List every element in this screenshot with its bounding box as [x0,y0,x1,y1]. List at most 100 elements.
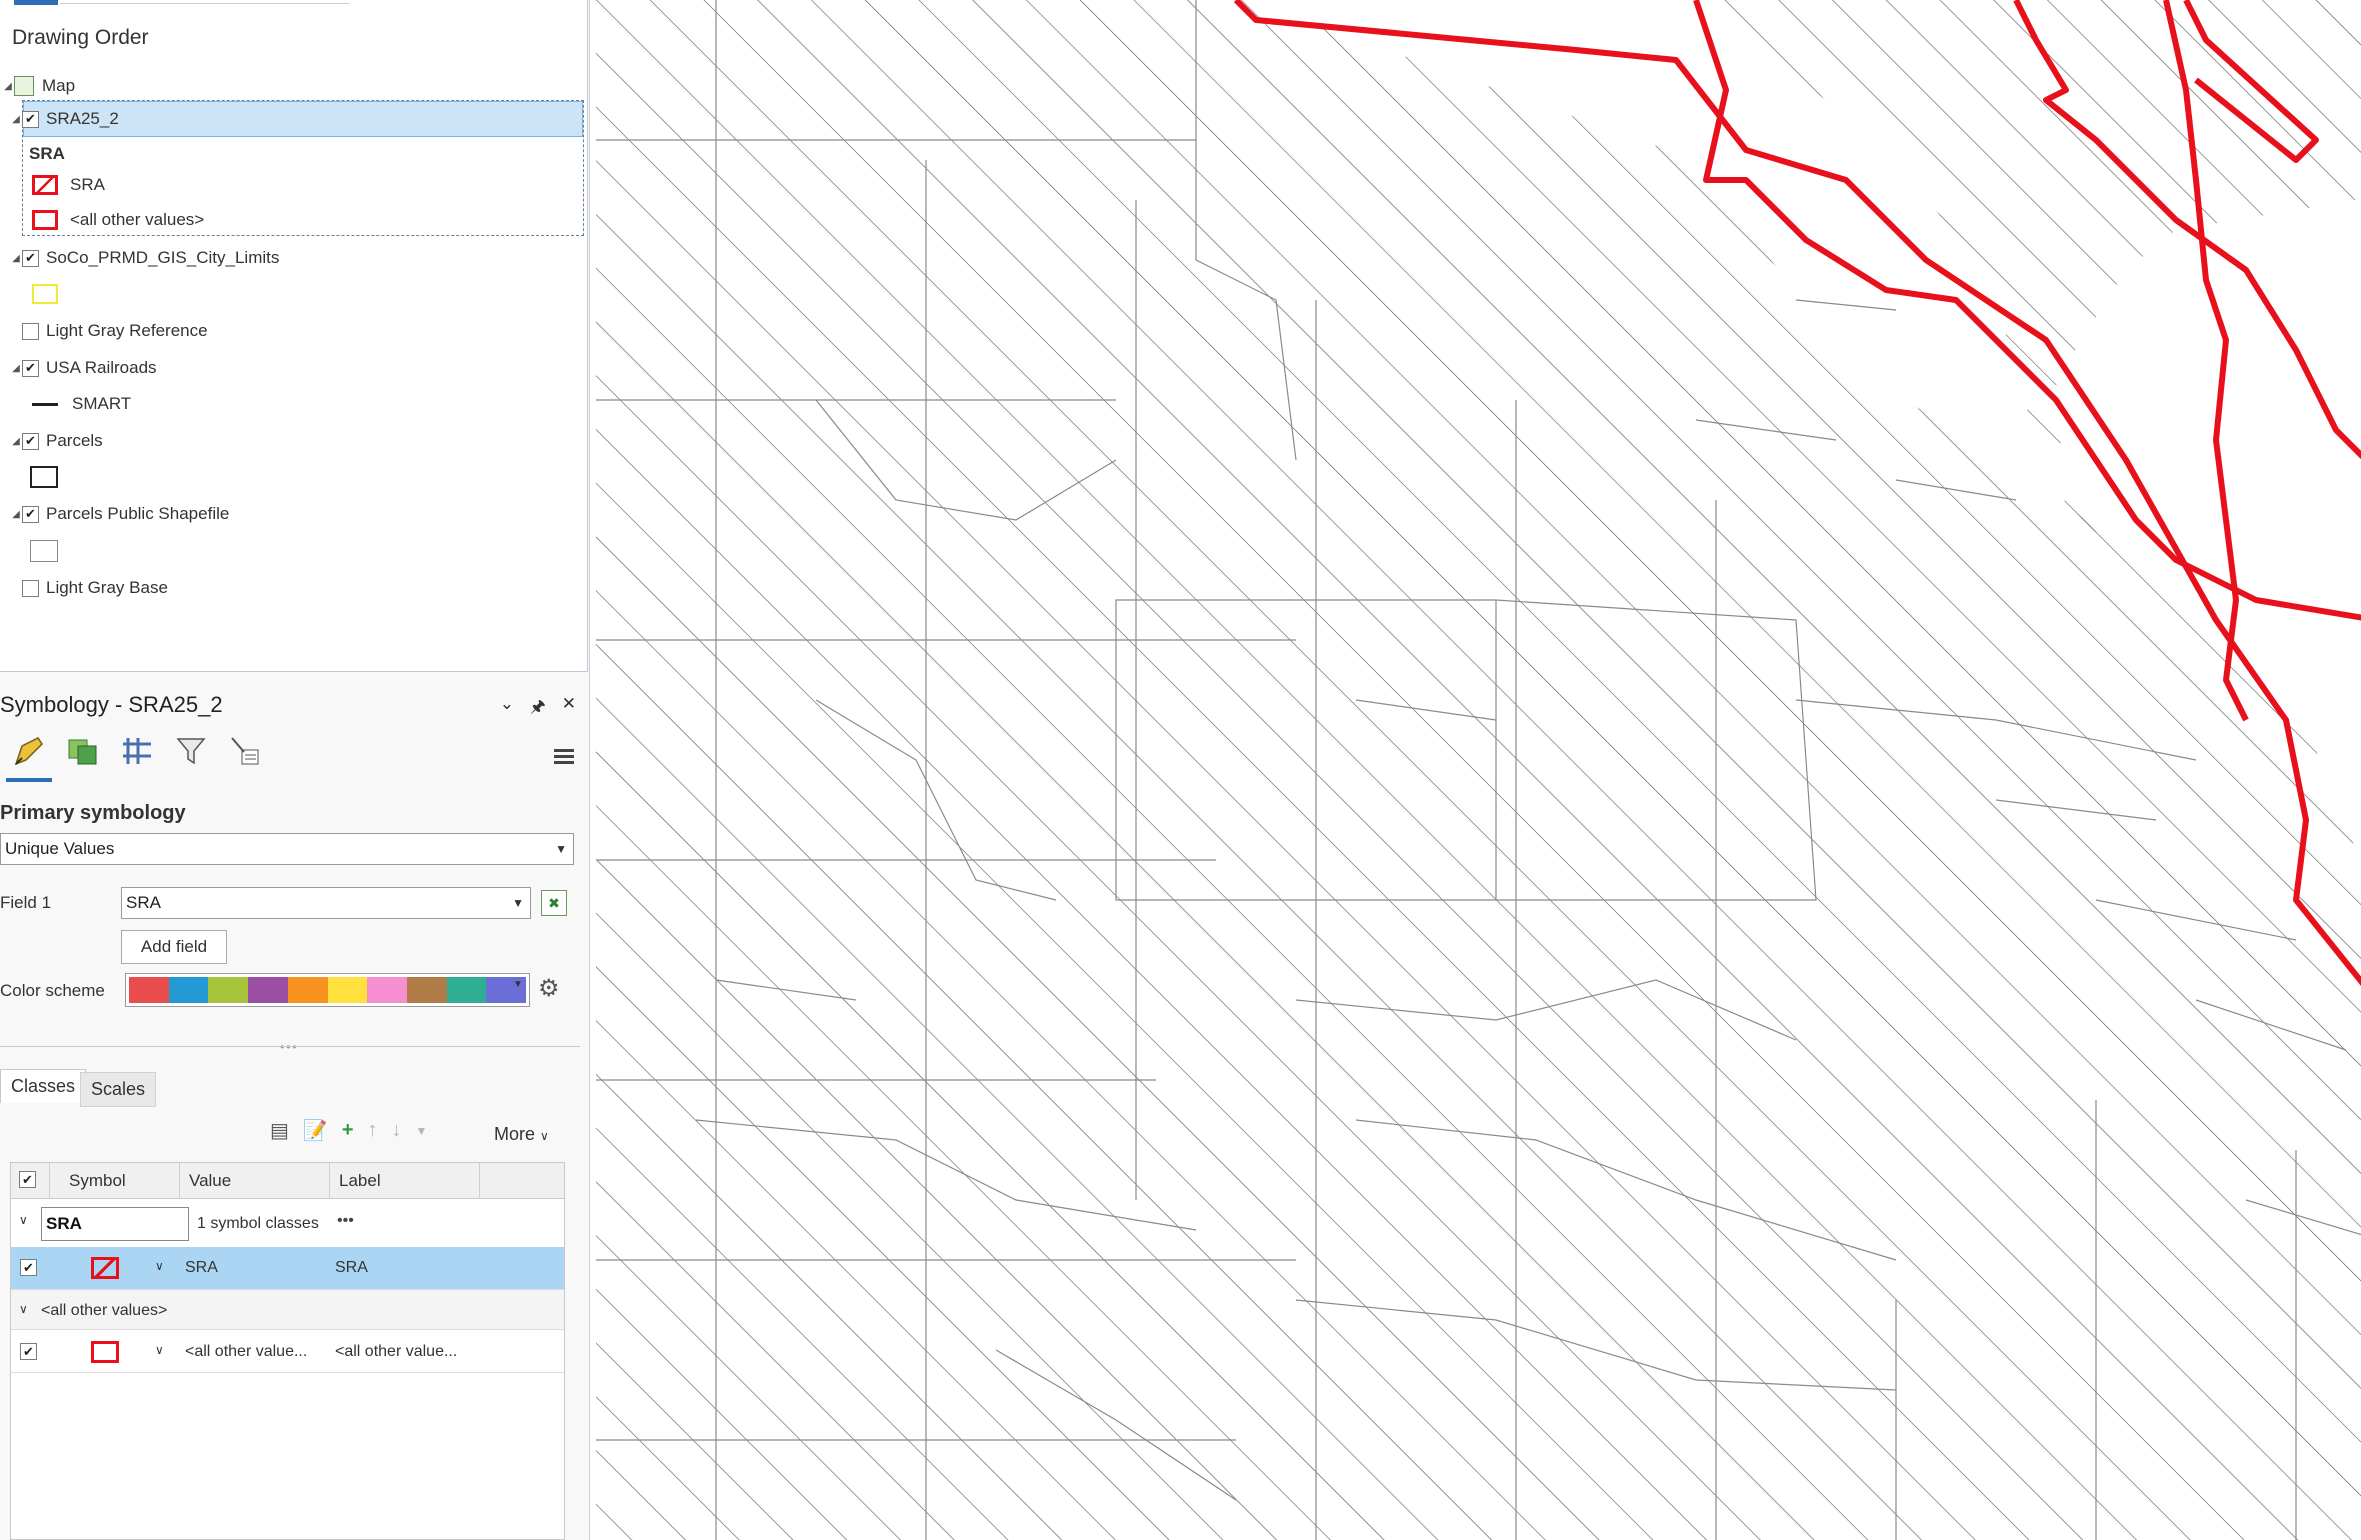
contents-pane: Drawing Order ◢ Map ◢ SRA25_2 SRA SRA <a… [0,0,588,672]
classes-grid: Symbol Value Label ∨ SRA 1 symbol classe… [10,1162,565,1540]
railroad-symbol[interactable] [32,402,58,406]
select-all-checkbox[interactable] [19,1171,36,1188]
color-scheme-swatch [248,977,288,1003]
more-menu-button[interactable]: More ∨ [494,1124,549,1145]
other-symbol-swatch[interactable] [32,210,58,230]
pin-icon[interactable]: 🖈 [530,694,546,723]
city-limits-symbol-swatch[interactable] [32,284,58,304]
parcels-public-symbol-swatch[interactable] [30,540,58,562]
symbology-method-select[interactable]: Unique Values ▼ [0,833,574,865]
map-node[interactable]: ◢ Map [2,69,75,103]
chevron-down-icon: ▼ [512,896,524,910]
collapse-triangle-icon[interactable]: ◢ [2,81,14,92]
symbol-layer-drawing-icon[interactable] [118,732,156,770]
other-class-symbol[interactable] [91,1341,119,1363]
add-class-icon[interactable]: + [342,1119,354,1142]
vary-symbology-icon[interactable] [64,732,102,770]
legend-class-smart: SMART [32,387,131,421]
class-row-other[interactable]: ∨ <all other value... <all other value..… [11,1329,564,1373]
move-up-icon[interactable]: ↑ [368,1119,378,1142]
layer-light-gray-base[interactable]: Light Gray Base [22,571,168,605]
layer-usa-railroads[interactable]: ◢ USA Railroads [10,351,156,385]
field1-label: Field 1 [0,893,52,912]
layer-visibility-checkbox[interactable] [22,579,39,597]
map-icon [14,76,34,96]
layer-visibility-checkbox[interactable] [22,359,39,377]
primary-symbology-heading: Primary symbology [0,802,186,824]
layer-sra25-2[interactable]: ◢ SRA25_2 [10,102,119,136]
chevron-down-icon[interactable]: ▼ [513,979,523,990]
chevron-down-icon: ▼ [555,842,567,856]
chevron-down-icon: ∨ [540,1129,549,1143]
menu-icon[interactable] [554,746,574,767]
classes-grid-header: Symbol Value Label [11,1163,564,1199]
layer-visibility-checkbox[interactable] [22,322,39,340]
class-group-row: ∨ SRA 1 symbol classes ••• [11,1199,564,1247]
collapse-group-chevron-icon[interactable]: ∨ [19,1213,28,1227]
primary-symbology-tab-icon[interactable] [10,732,48,770]
collapse-triangle-icon[interactable]: ◢ [10,363,22,374]
other-values-heading-row: ∨ <all other values> [11,1289,564,1329]
layer-visibility-checkbox[interactable] [22,110,39,128]
field1-select[interactable]: SRA ▼ [121,887,531,919]
sql-expression-icon[interactable]: ✖ [541,890,567,916]
move-down-icon[interactable]: ↓ [392,1119,402,1142]
tab-scales[interactable]: Scales [80,1072,157,1107]
collapse-triangle-icon[interactable]: ◢ [10,114,22,125]
class-visibility-checkbox[interactable] [20,1343,37,1360]
pane-options-chevron-icon[interactable]: ⌄ [500,694,514,723]
color-scheme-swatch [446,977,487,1003]
legend-class-other: <all other values> [32,203,204,237]
color-scheme-select[interactable] [125,973,530,1007]
collapse-group-chevron-icon[interactable]: ∨ [19,1302,28,1316]
city-limits-swatch-row [32,277,70,311]
symbol-properties-icon[interactable] [226,732,264,770]
splitter-grip[interactable]: ••• [280,1040,299,1054]
sra-class-symbol[interactable] [91,1257,119,1279]
color-scheme-swatch [168,977,209,1003]
sra-symbol-swatch[interactable] [32,175,58,195]
class-row-sra[interactable]: ∨ SRA SRA [11,1247,564,1289]
symbology-title: Symbology - SRA25_2 [0,692,223,717]
color-scheme-swatch [367,977,407,1003]
color-scheme-swatch [208,977,249,1003]
parcels-public-swatch-row [30,534,70,568]
map-view[interactable] [596,0,2361,1540]
color-scheme-swatch [406,977,447,1003]
contents-tab-indicator [14,0,58,5]
layer-visibility-checkbox[interactable] [22,432,39,450]
symbol-dropdown-chevron-icon[interactable]: ∨ [155,1343,164,1357]
gear-icon[interactable]: ⚙ [538,974,560,1003]
symbol-filter-icon[interactable] [172,732,210,770]
table-view-icon[interactable]: ▤ [270,1118,289,1143]
add-field-button[interactable]: Add field [121,930,227,964]
layer-city-limits[interactable]: ◢ SoCo_PRMD_GIS_City_Limits [10,241,279,275]
move-options-chevron-icon[interactable]: ▼ [416,1124,428,1138]
parcels-symbol-swatch[interactable] [30,466,58,488]
collapse-triangle-icon[interactable]: ◢ [10,253,22,264]
collapse-triangle-icon[interactable]: ◢ [10,509,22,520]
group-value-input[interactable]: SRA [41,1207,189,1241]
tab-classes[interactable]: Classes [0,1069,87,1103]
layer-visibility-checkbox[interactable] [22,505,39,523]
drawing-order-heading: Drawing Order [12,26,149,49]
collapse-triangle-icon[interactable]: ◢ [10,436,22,447]
layer-parcels[interactable]: ◢ Parcels [10,424,103,458]
layer-light-gray-reference[interactable]: Light Gray Reference [22,314,208,348]
symbol-dropdown-chevron-icon[interactable]: ∨ [155,1259,164,1273]
color-scheme-swatch [287,977,328,1003]
legend-class-sra: SRA [32,168,105,202]
color-scheme-swatch [327,977,368,1003]
group-options-icon[interactable]: ••• [337,1212,354,1230]
parcels-swatch-row [30,460,70,494]
layer-visibility-checkbox[interactable] [22,249,39,267]
left-panel: Drawing Order ◢ Map ◢ SRA25_2 SRA SRA <a… [0,0,590,1540]
close-icon[interactable]: ✕ [562,694,576,723]
edit-classes-icon[interactable]: 📝 [303,1118,328,1143]
color-scheme-swatch [129,977,169,1003]
sra-group-heading: SRA [29,144,65,163]
class-visibility-checkbox[interactable] [20,1259,37,1276]
map-canvas[interactable] [596,0,2361,1540]
color-scheme-label: Color scheme [0,981,105,1000]
layer-parcels-public-shapefile[interactable]: ◢ Parcels Public Shapefile [10,497,229,531]
